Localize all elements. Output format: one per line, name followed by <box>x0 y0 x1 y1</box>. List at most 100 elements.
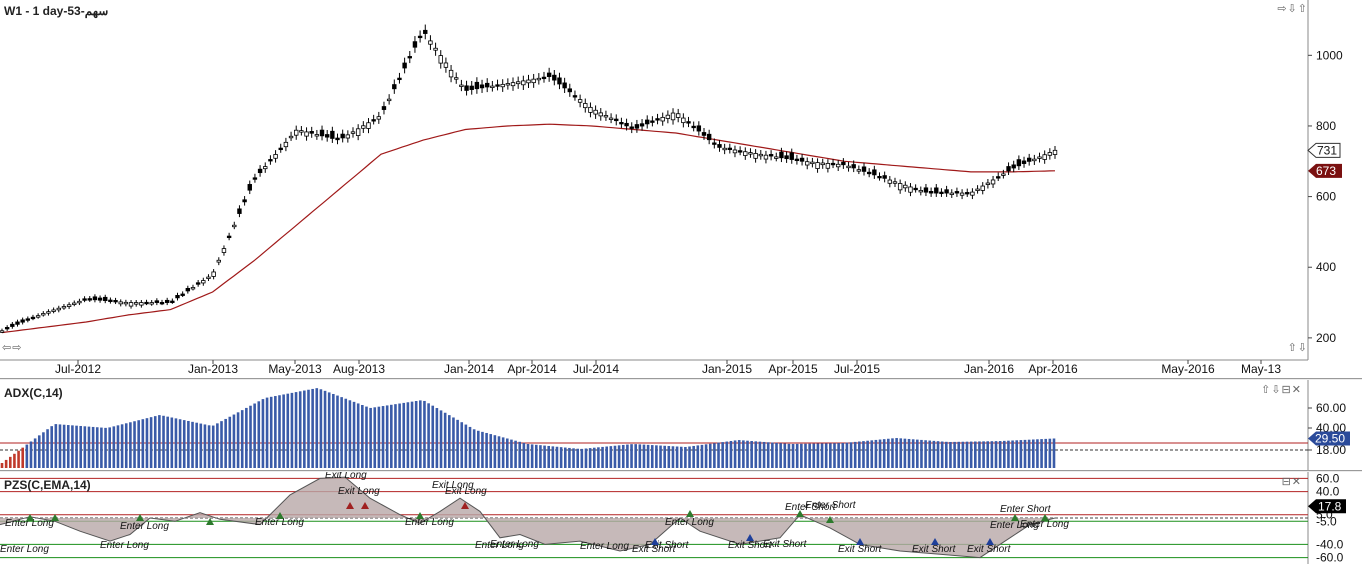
candle <box>35 315 41 318</box>
adx-bar <box>729 440 733 468</box>
candle <box>1001 173 1006 176</box>
adx-bar <box>779 443 782 468</box>
adx-bar <box>116 425 120 468</box>
adx-bar <box>468 426 472 468</box>
candle <box>469 85 474 90</box>
pane-scroll-controls[interactable]: ⇨⇩⇧ <box>1277 2 1308 15</box>
adx-bar <box>265 397 269 468</box>
adx-bar <box>46 429 49 468</box>
adx-bar <box>911 439 915 468</box>
adx-bar <box>166 416 169 468</box>
scale-controls[interactable]: ⇧⇩ <box>1288 341 1308 354</box>
adx-bar <box>332 393 335 468</box>
adx-bar <box>559 447 563 468</box>
adx-bar <box>1007 440 1010 468</box>
adx-bar <box>443 412 447 468</box>
adx-bar <box>33 438 37 468</box>
candle <box>113 300 118 303</box>
adx-bar <box>1031 439 1035 468</box>
adx-bar <box>269 396 273 468</box>
adx-pane[interactable]: 60.00 40.00 18.00 29.50 ADX(C,14) ⇧⇩⊟✕ <box>0 380 1362 471</box>
adx-bar <box>518 441 522 468</box>
candle <box>650 120 655 123</box>
pzs-signal-label: Enter Short <box>1000 504 1052 515</box>
adx-bar <box>307 389 310 468</box>
adx-bar <box>1027 439 1031 468</box>
adx-bar <box>630 444 633 468</box>
candle <box>681 117 686 124</box>
adx-bar <box>336 395 339 468</box>
pzs-signal-label: Enter Long <box>120 521 169 532</box>
candle <box>815 162 820 169</box>
adx-bar <box>638 444 642 468</box>
candle <box>706 133 712 141</box>
adx-bar <box>874 439 878 468</box>
adx-bar <box>804 443 807 468</box>
candle <box>805 161 810 166</box>
adx-bar <box>124 423 128 468</box>
adx-bar <box>862 441 865 468</box>
adx-bar <box>361 405 364 468</box>
adx-bar <box>783 443 787 468</box>
adx-pane-controls[interactable]: ⇧⇩⊟✕ <box>1261 383 1302 396</box>
time-tick-label: May-2016 <box>1161 362 1215 376</box>
price-chart[interactable]: 1000 800 600 400 200 Jul-2012 Jan-2013 May-2013… <box>0 0 1362 379</box>
price-pane[interactable]: 1000 800 600 400 200 Jul-2012 Jan-2013 May-2013… <box>0 0 1362 379</box>
adx-bar <box>385 405 389 468</box>
adx-bar <box>580 448 584 468</box>
adx-bar <box>373 407 377 468</box>
pzs-pane-controls[interactable]: ⊟✕ <box>1282 475 1302 488</box>
candle <box>758 153 763 157</box>
candle <box>727 147 733 151</box>
candle <box>567 88 572 93</box>
pzs-chart[interactable]: 60.040.05.0-5.0-40.0-60.0Enter LongEnter… <box>0 472 1362 564</box>
time-tick-label: Jul-2014 <box>573 362 619 376</box>
adx-bar <box>568 447 571 468</box>
candle <box>1016 159 1022 167</box>
adx-bar <box>344 398 348 468</box>
price-pane-title: W1 - 1 day-سهم-53 <box>4 4 109 18</box>
candle <box>691 125 696 129</box>
adx-bar <box>974 441 977 468</box>
candle <box>1047 152 1053 156</box>
adx-chart[interactable]: 60.0040.0018.0029.50 <box>0 380 1362 471</box>
candle <box>577 99 583 103</box>
adx-bar <box>733 440 737 468</box>
candle <box>722 147 727 151</box>
adx-bar <box>319 389 323 468</box>
candle <box>175 295 180 299</box>
adx-bar <box>141 419 145 468</box>
adx-bar <box>356 403 360 468</box>
candle <box>443 62 449 68</box>
adx-bar <box>390 404 393 468</box>
pzs-signal-label: Enter Long <box>665 517 714 528</box>
adx-bar <box>849 442 853 468</box>
candle <box>500 83 505 88</box>
adx-bar <box>539 445 542 468</box>
candle <box>939 191 944 195</box>
candle <box>748 152 753 155</box>
adx-bar <box>1023 439 1027 468</box>
candle <box>614 118 619 122</box>
pzs-pane[interactable]: 60.0 40.0 5.0 -5.0 -40.0 -60.0 Enter Long Enter… <box>0 472 1362 564</box>
candle <box>154 300 160 303</box>
adx-bar <box>563 447 567 468</box>
candle <box>20 319 25 323</box>
adx-bar <box>998 441 1002 468</box>
adx-bar <box>584 448 588 468</box>
candle <box>763 154 769 160</box>
candle <box>593 109 598 115</box>
pzs-signal-label: Exit Short <box>645 540 690 551</box>
adx-bar <box>394 404 397 468</box>
adx-bar <box>476 430 480 468</box>
adx-bar <box>530 444 534 468</box>
adx-bar <box>303 390 306 468</box>
adx-bar <box>708 443 712 468</box>
candle <box>485 82 490 88</box>
candle <box>903 184 908 189</box>
adx-bar <box>667 446 671 468</box>
scroll-left-controls[interactable]: ⇦⇨ <box>2 341 22 354</box>
adx-bar <box>427 403 430 468</box>
candle <box>252 177 258 180</box>
candle <box>464 85 469 91</box>
